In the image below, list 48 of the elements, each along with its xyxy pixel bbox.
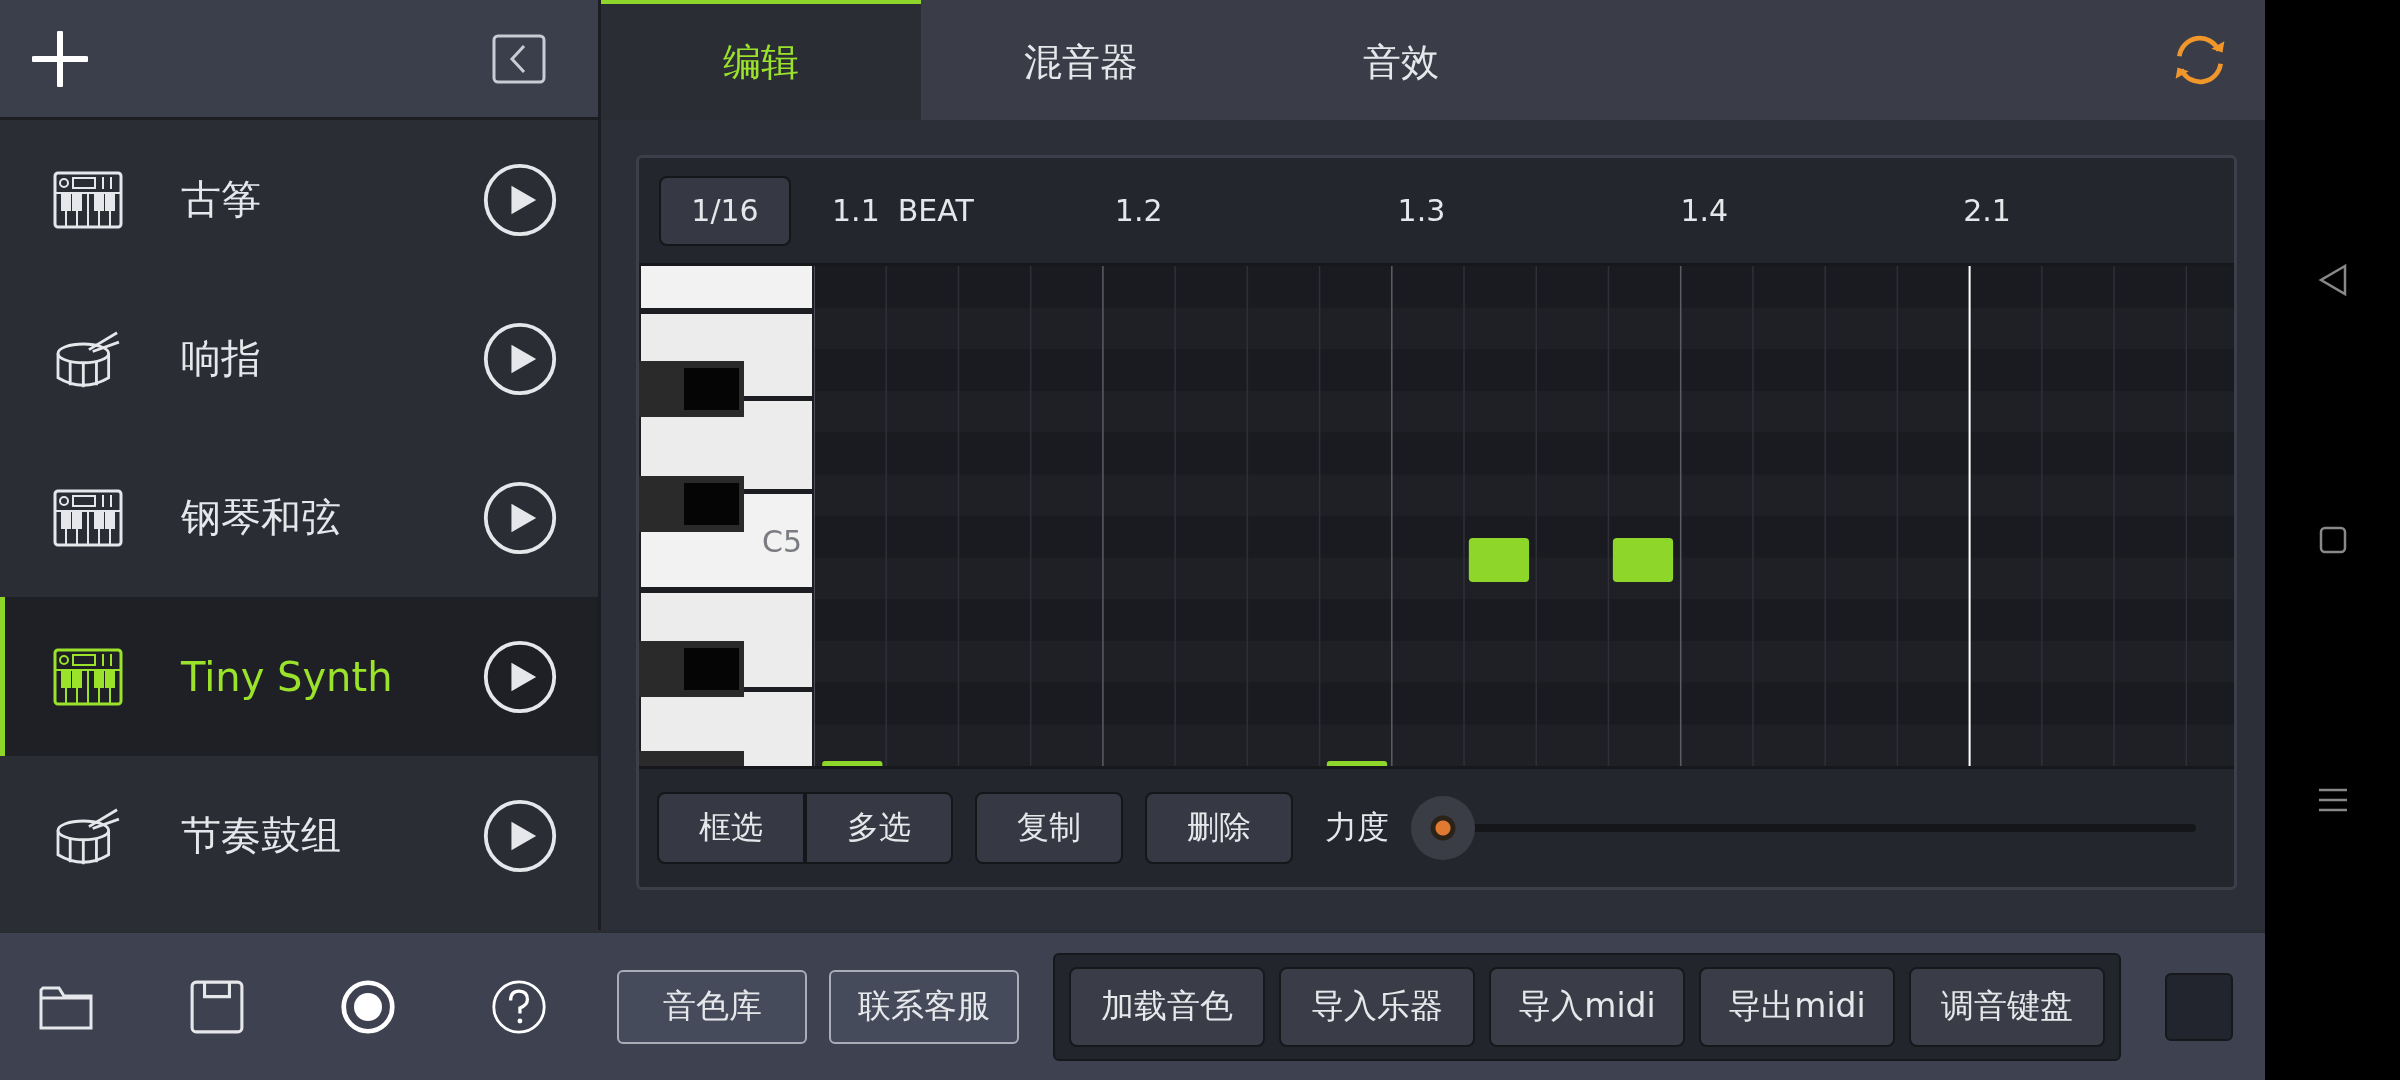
play-icon[interactable] [482,479,558,556]
play-icon[interactable] [482,797,558,874]
instrument-name: 古筝 [181,175,262,224]
action-button[interactable]: 调音键盘 [1909,966,2105,1047]
tab[interactable]: 混音器 [921,0,1241,120]
instrument-name: 响指 [181,334,262,383]
keyboard-icon [53,487,123,548]
action-button[interactable]: 加载音色 [1069,966,1265,1047]
tool-button[interactable]: 删除 [1145,792,1293,864]
ruler-label: 1.1 [832,193,880,228]
ruler-label: 2.1 [1963,193,2011,228]
action-button[interactable]: 导出midi [1699,966,1895,1047]
grid-size-button[interactable]: 1/16 [659,175,791,246]
outline-button[interactable]: 联系客服 [829,969,1019,1044]
help-icon[interactable] [491,978,547,1035]
ruler-label: 1.4 [1680,193,1729,228]
record-icon[interactable] [340,978,396,1035]
velocity-slider[interactable] [1411,796,2196,860]
tab[interactable]: 编辑 [601,0,921,120]
instrument-item[interactable]: Tiny Synth [0,597,598,756]
collapse-icon[interactable] [492,33,546,84]
keyboard-icon [53,169,123,230]
play-icon[interactable] [482,161,558,238]
tool-button[interactable]: 复制 [975,792,1123,864]
instrument-item[interactable]: 响指 [0,279,598,438]
instrument-name: 钢琴和弦 [181,493,342,542]
save-icon[interactable] [189,978,245,1035]
instrument-item[interactable]: 钢琴和弦 [0,438,598,597]
instrument-item[interactable]: 节奏鼓组 [0,756,598,915]
instrument-name: 节奏鼓组 [181,811,342,860]
tab[interactable]: 音效 [1241,0,1561,120]
outline-button[interactable]: 音色库 [617,969,807,1044]
tool-button[interactable]: 框选 [657,792,805,864]
play-icon[interactable] [482,638,558,715]
action-button[interactable]: 导入乐器 [1279,966,1475,1047]
tool-button[interactable]: 多选 [805,792,953,864]
velocity-label: 力度 [1325,807,1389,848]
add-icon[interactable] [32,30,88,87]
key-label: C5 [761,524,802,559]
instrument-name: Tiny Synth [181,653,394,700]
piano-keyboard-drawing[interactable] [639,266,814,766]
beat-label: BEAT [897,193,974,228]
ruler-label: 1.3 [1397,193,1446,228]
action-button[interactable]: 导入midi [1489,966,1685,1047]
keyboard-icon [53,646,123,707]
ruler-label: 1.2 [1114,193,1163,228]
instrument-item[interactable]: 古筝 [0,120,598,279]
play-icon[interactable] [482,320,558,397]
